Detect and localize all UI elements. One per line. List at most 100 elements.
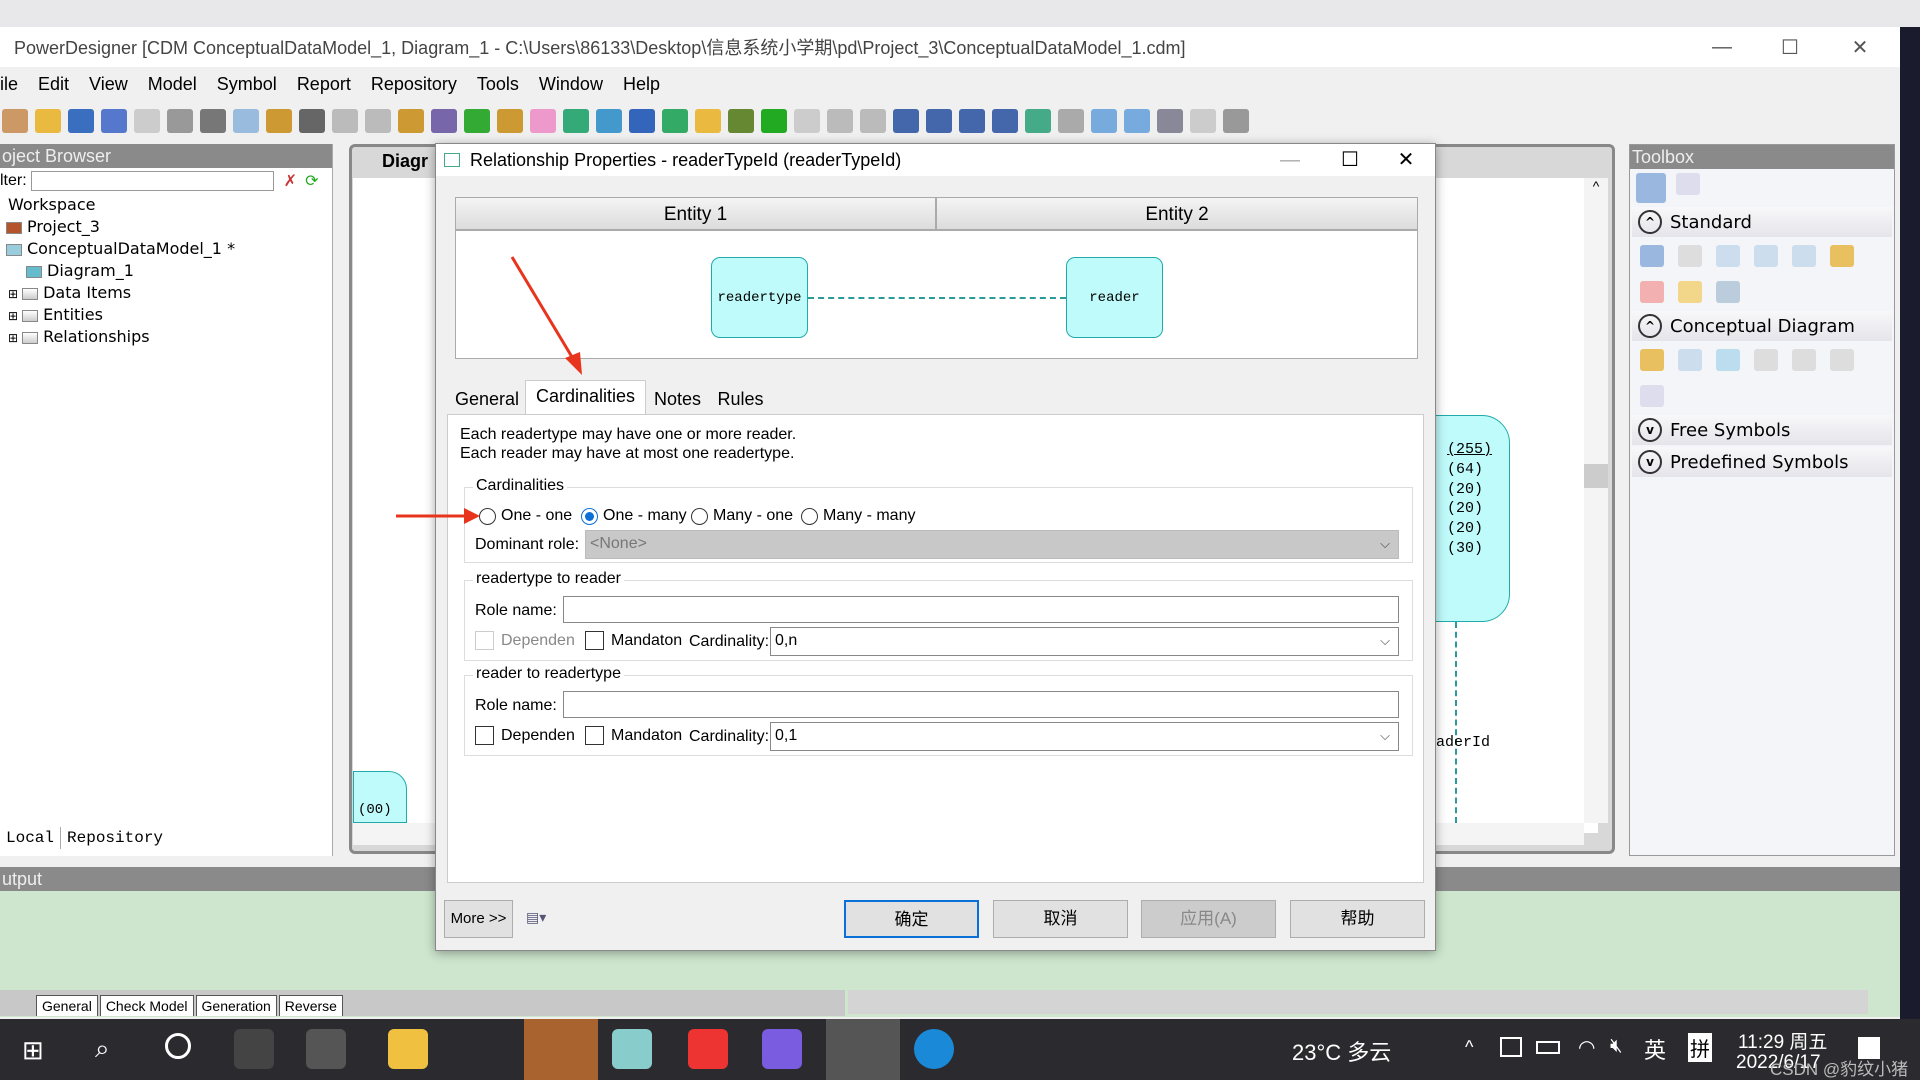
minimize-button[interactable]: — bbox=[1692, 27, 1752, 67]
entity-icon[interactable] bbox=[1678, 349, 1702, 371]
dependent-checkbox-2[interactable] bbox=[475, 726, 494, 745]
tab-cardinalities[interactable]: Cardinalities bbox=[525, 380, 646, 415]
powerdesigner-icon[interactable] bbox=[826, 1019, 900, 1080]
toolbar-button-icon[interactable] bbox=[365, 109, 391, 133]
toolbar-button-icon[interactable] bbox=[35, 109, 61, 133]
print-menu-icon[interactable]: ▤▾ bbox=[526, 909, 546, 926]
mandatory-checkbox-2[interactable] bbox=[585, 726, 604, 745]
entity1-header[interactable]: Entity 1 bbox=[455, 197, 936, 230]
toolbar-button-icon[interactable] bbox=[200, 109, 226, 133]
package-icon[interactable] bbox=[1640, 349, 1664, 371]
properties-icon[interactable] bbox=[1830, 245, 1854, 267]
role-name-input-2[interactable] bbox=[563, 691, 1399, 718]
toolbar-button-icon[interactable] bbox=[2, 109, 28, 133]
wps-icon[interactable] bbox=[688, 1029, 728, 1069]
toolbar-button-icon[interactable] bbox=[695, 109, 721, 133]
clear-filter-icon[interactable]: ✗ bbox=[284, 171, 297, 191]
toolbar-button-icon[interactable] bbox=[662, 109, 688, 133]
toolbar-button-icon[interactable] bbox=[530, 109, 556, 133]
toolbar-button-icon[interactable] bbox=[431, 109, 457, 133]
tab-reverse[interactable]: Reverse bbox=[278, 995, 343, 1016]
tab-notes[interactable]: Notes bbox=[646, 384, 709, 415]
grid-view-icon[interactable] bbox=[1636, 173, 1666, 203]
toolbar-button-icon[interactable] bbox=[398, 109, 424, 133]
role-name-input-1[interactable] bbox=[563, 596, 1399, 623]
output-scrollbar[interactable] bbox=[848, 990, 1868, 1014]
toolbar-button-icon[interactable] bbox=[563, 109, 589, 133]
tree-item-data-items[interactable]: ⊞ Data Items bbox=[0, 282, 332, 304]
association-link-icon[interactable] bbox=[1830, 349, 1854, 371]
menu-edit[interactable]: Edit bbox=[28, 71, 79, 97]
toolbar-button-icon[interactable] bbox=[1025, 109, 1051, 133]
expand-icon[interactable]: ⊞ bbox=[8, 331, 18, 345]
tree-item-project[interactable]: Project_3 bbox=[0, 216, 332, 238]
ime-mode[interactable]: 拼 bbox=[1688, 1033, 1712, 1062]
section-predefined-symbols[interactable]: v Predefined Symbols bbox=[1632, 447, 1892, 477]
toolbar-button-icon[interactable] bbox=[794, 109, 820, 133]
toolbar-button-icon[interactable] bbox=[827, 109, 853, 133]
battery-icon[interactable] bbox=[1536, 1041, 1560, 1054]
menu-repository[interactable]: Repository bbox=[361, 71, 467, 97]
menu-file[interactable]: ile bbox=[0, 71, 28, 97]
more-button[interactable]: More >> bbox=[444, 900, 513, 938]
toolbar-button-icon[interactable] bbox=[926, 109, 952, 133]
radio-many-many[interactable] bbox=[801, 508, 818, 525]
cut-icon[interactable] bbox=[1640, 281, 1664, 303]
cortana-icon[interactable] bbox=[165, 1033, 191, 1059]
toolbar-button-icon[interactable] bbox=[266, 109, 292, 133]
tree-item-relationships[interactable]: ⊞ Relationships bbox=[0, 326, 332, 348]
link-icon[interactable] bbox=[1716, 281, 1740, 303]
dialog-maximize-button[interactable]: ☐ bbox=[1322, 144, 1378, 176]
cancel-button[interactable]: 取消 bbox=[993, 900, 1128, 938]
tray-chevron-icon[interactable]: ^ bbox=[1465, 1037, 1473, 1058]
toolbar-button-icon[interactable] bbox=[1190, 109, 1216, 133]
relationship-line[interactable] bbox=[1455, 622, 1457, 823]
section-free-symbols[interactable]: v Free Symbols bbox=[1632, 415, 1892, 445]
toolbar-button-icon[interactable] bbox=[1124, 109, 1150, 133]
search-icon[interactable]: ⌕ bbox=[95, 1033, 110, 1065]
start-icon[interactable]: ⊞ bbox=[22, 1035, 44, 1066]
menu-help[interactable]: Help bbox=[613, 71, 670, 97]
radio-one-many[interactable] bbox=[581, 508, 598, 525]
zoom-out-icon[interactable] bbox=[1754, 245, 1778, 267]
zoom-fit-icon[interactable] bbox=[1792, 245, 1816, 267]
tab-repository[interactable]: Repository bbox=[61, 827, 169, 849]
tab-local[interactable]: Local bbox=[0, 827, 62, 849]
vertical-scrollbar[interactable]: ^ bbox=[1584, 178, 1608, 823]
toolbar-button-icon[interactable] bbox=[101, 109, 127, 133]
filter-input[interactable] bbox=[30, 171, 274, 191]
toolbar-button-icon[interactable] bbox=[134, 109, 160, 133]
mute-icon[interactable]: 🔇︎ bbox=[1610, 1035, 1623, 1058]
entity-symbol-partial[interactable]: (00) bbox=[353, 771, 407, 823]
entity2-header[interactable]: Entity 2 bbox=[936, 197, 1418, 230]
toolbar-button-icon[interactable] bbox=[332, 109, 358, 133]
diagram-tab[interactable]: Diagr bbox=[382, 151, 428, 172]
tab-output-general[interactable]: General bbox=[36, 995, 98, 1016]
toolbar-button-icon[interactable] bbox=[992, 109, 1018, 133]
toolbar-button-icon[interactable] bbox=[728, 109, 754, 133]
maximize-button[interactable]: ☐ bbox=[1760, 27, 1820, 67]
toolbar-button-icon[interactable] bbox=[1157, 109, 1183, 133]
toolbar-button-icon[interactable] bbox=[299, 109, 325, 133]
ime-lang[interactable]: 英 bbox=[1644, 1033, 1666, 1065]
menu-model[interactable]: Model bbox=[138, 71, 207, 97]
tab-general[interactable]: General bbox=[449, 384, 525, 415]
toolbar-button-icon[interactable] bbox=[860, 109, 886, 133]
task-view-icon[interactable] bbox=[234, 1029, 274, 1069]
toolbar-button-icon[interactable] bbox=[893, 109, 919, 133]
zoom-in-icon[interactable] bbox=[1716, 245, 1740, 267]
refresh-icon[interactable]: ⟳ bbox=[305, 171, 318, 191]
tab-generation[interactable]: Generation bbox=[195, 995, 277, 1016]
expand-icon[interactable]: ⊞ bbox=[8, 287, 18, 301]
ok-button[interactable]: 确定 bbox=[844, 900, 979, 938]
toolbar-button-icon[interactable] bbox=[167, 109, 193, 133]
menu-symbol[interactable]: Symbol bbox=[207, 71, 287, 97]
toolbar-button-icon[interactable] bbox=[959, 109, 985, 133]
sync-icon[interactable] bbox=[1500, 1037, 1522, 1057]
menu-report[interactable]: Report bbox=[287, 71, 361, 97]
app-icon[interactable] bbox=[306, 1029, 346, 1069]
toolbar-button-icon[interactable] bbox=[68, 109, 94, 133]
toolbar-button-icon[interactable] bbox=[1058, 109, 1084, 133]
note-icon[interactable] bbox=[1678, 281, 1702, 303]
toolbar-button-icon[interactable] bbox=[1091, 109, 1117, 133]
